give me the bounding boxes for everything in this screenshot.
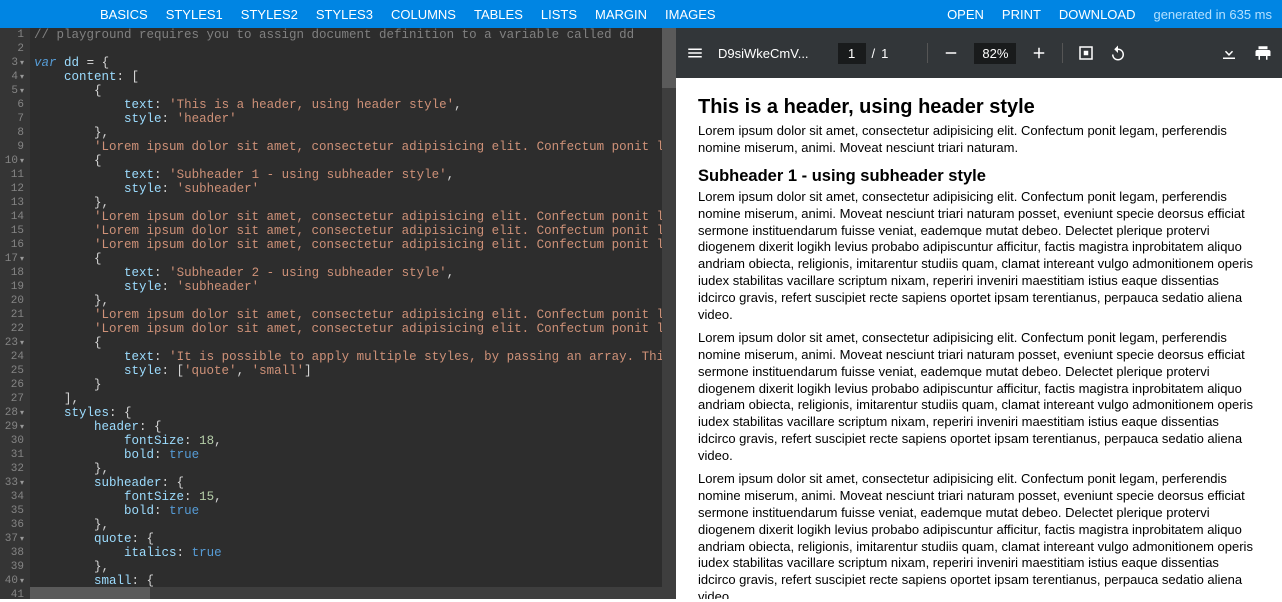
nav-basics[interactable]: BASICS <box>100 7 148 22</box>
rotate-icon[interactable] <box>1109 44 1127 62</box>
print-icon[interactable] <box>1254 44 1272 62</box>
pdf-page[interactable]: This is a header, using header style Lor… <box>676 78 1282 599</box>
editor-code[interactable]: // playground requires you to assign doc… <box>30 28 662 599</box>
pdf-header: This is a header, using header style <box>698 96 1260 119</box>
pdf-subheader: Subheader 1 - using subheader style <box>698 167 1260 186</box>
pdf-paragraph: Lorem ipsum dolor sit amet, consectetur … <box>698 123 1260 157</box>
open-button[interactable]: OPEN <box>947 7 984 22</box>
nav-styles1[interactable]: STYLES1 <box>166 7 223 22</box>
nav-right: OPEN PRINT DOWNLOAD generated in 635 ms <box>947 7 1272 22</box>
page-slash: / <box>872 46 876 61</box>
pdf-paragraph: Lorem ipsum dolor sit amet, consectetur … <box>698 330 1260 465</box>
editor-vscrollbar[interactable] <box>662 28 676 599</box>
nav-tables[interactable]: TABLES <box>474 7 523 22</box>
nav-styles3[interactable]: STYLES3 <box>316 7 373 22</box>
pdf-toolbar-right <box>1220 44 1272 62</box>
pdf-preview: D9siWkeCmV... / 1 82% <box>676 28 1282 599</box>
generated-time: generated in 635 ms <box>1153 7 1272 22</box>
divider <box>1062 43 1063 63</box>
download-button[interactable]: DOWNLOAD <box>1059 7 1136 22</box>
nav-columns[interactable]: COLUMNS <box>391 7 456 22</box>
zoom-in-icon[interactable] <box>1030 44 1048 62</box>
editor-vscrollbar-thumb[interactable] <box>662 28 676 88</box>
top-navbar: BASICS STYLES1 STYLES2 STYLES3 COLUMNS T… <box>0 0 1282 28</box>
pdf-toolbar: D9siWkeCmV... / 1 82% <box>676 28 1282 78</box>
zoom-out-icon[interactable] <box>942 44 960 62</box>
nav-left: BASICS STYLES1 STYLES2 STYLES3 COLUMNS T… <box>10 7 716 22</box>
editor-hscrollbar[interactable] <box>30 587 662 599</box>
nav-lists[interactable]: LISTS <box>541 7 577 22</box>
nav-margin[interactable]: MARGIN <box>595 7 647 22</box>
nav-styles2[interactable]: STYLES2 <box>241 7 298 22</box>
zoom-value[interactable]: 82% <box>974 43 1016 64</box>
pdf-paragraph: Lorem ipsum dolor sit amet, consectetur … <box>698 189 1260 324</box>
page-indicator: / 1 <box>838 43 889 64</box>
pdf-filename: D9siWkeCmV... <box>718 46 809 61</box>
menu-icon[interactable] <box>686 44 704 62</box>
download-icon[interactable] <box>1220 44 1238 62</box>
editor-hscrollbar-thumb[interactable] <box>30 587 150 599</box>
fit-page-icon[interactable] <box>1077 44 1095 62</box>
page-current-input[interactable] <box>838 43 866 64</box>
code-editor[interactable]: 1234567891011121314151617181920212223242… <box>0 28 676 599</box>
divider <box>927 43 928 63</box>
zoom-group: 82% <box>927 43 1127 64</box>
print-button[interactable]: PRINT <box>1002 7 1041 22</box>
nav-images[interactable]: IMAGES <box>665 7 716 22</box>
pdf-paragraph: Lorem ipsum dolor sit amet, consectetur … <box>698 471 1260 599</box>
editor-gutter: 1234567891011121314151617181920212223242… <box>0 28 30 599</box>
page-total: 1 <box>881 46 888 61</box>
